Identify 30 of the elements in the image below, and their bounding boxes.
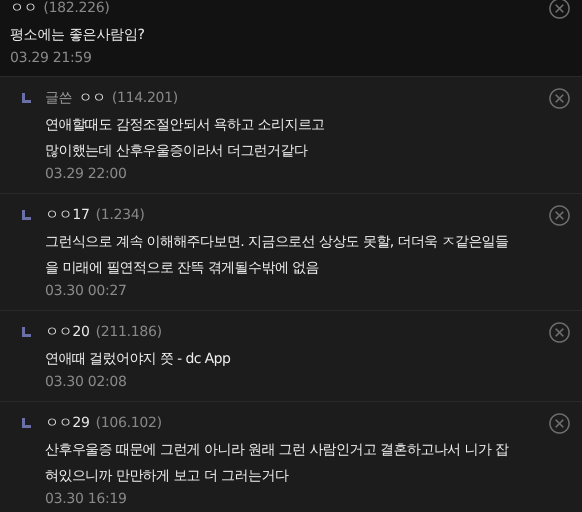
user-name: ㅇㅇ xyxy=(78,89,106,107)
user-ip: (211.186) xyxy=(96,324,162,340)
user-name: ㅇㅇ17 xyxy=(45,206,90,224)
comment-text: 평소에는 좋은사람임? xyxy=(10,26,146,45)
delete-icon[interactable] xyxy=(549,204,570,226)
reply-icon xyxy=(22,418,31,428)
reply-text: 연애할때도 감정조절안되서 욕하고 소리지르고 많이했는데 산후우울증이라서 더그런거같다 xyxy=(45,116,326,161)
user-ip: (182.226) xyxy=(43,0,110,16)
delete-icon[interactable] xyxy=(549,412,570,434)
reply-text: 연애때 걸렀어야지 쯧 - dc App xyxy=(45,350,232,369)
reply-icon xyxy=(22,93,31,103)
author-label: 글쓴 xyxy=(45,89,72,107)
reply-text: 산후우울증 때문에 그런게 아니라 원래 그런 사람인거고 결혼하고나서 니가 잡 혀있으니까 만만하게 보고 더 그러는거다 xyxy=(45,441,510,486)
delete-icon[interactable] xyxy=(549,322,570,342)
user-ip: (106.102) xyxy=(96,415,162,431)
reply-icon xyxy=(22,327,31,337)
user-ip: (1.234) xyxy=(96,207,145,223)
delete-icon[interactable] xyxy=(549,88,570,108)
user-ip: (114.201) xyxy=(112,90,178,106)
delete-icon[interactable] xyxy=(549,0,570,18)
reply-date: 03.29 22:00 xyxy=(45,165,128,184)
reply-date: 03.30 02:08 xyxy=(45,373,128,392)
user-name: ㅇㅇ29 xyxy=(45,414,90,432)
reply-icon xyxy=(22,210,31,220)
user-name: ㅇㅇ xyxy=(10,0,38,17)
user-name: ㅇㅇ20 xyxy=(45,323,90,341)
reply-text: 그런식으로 계속 이해해주다보면. 지금으로선 상상도 못할, 더더욱 ㅈ같은일들 을 미래에 필연적으로 잔뜩 겪게될수밖에 없음 xyxy=(45,233,510,278)
comment-date: 03.29 21:59 xyxy=(10,49,93,68)
reply-date: 03.30 16:19 xyxy=(45,490,128,509)
reply-date: 03.30 00:27 xyxy=(45,282,128,301)
